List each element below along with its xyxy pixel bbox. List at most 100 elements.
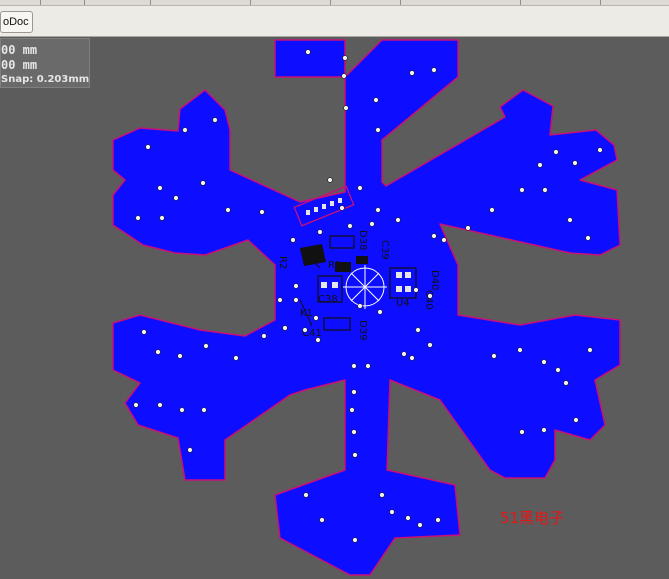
via xyxy=(157,185,163,191)
via xyxy=(327,177,333,183)
via xyxy=(155,349,161,355)
via xyxy=(431,67,437,73)
via xyxy=(347,223,353,229)
via xyxy=(201,407,207,413)
via xyxy=(375,207,381,213)
via xyxy=(182,127,188,133)
designator-label: C40 xyxy=(423,290,434,310)
designator-label: U4 xyxy=(396,298,410,309)
via xyxy=(293,283,299,289)
designator-label: C38 xyxy=(318,294,338,305)
component-pad xyxy=(405,286,411,292)
via xyxy=(519,429,525,435)
via xyxy=(225,207,231,213)
via xyxy=(427,342,433,348)
via xyxy=(342,55,348,61)
via xyxy=(159,215,165,221)
designator-label: K1 xyxy=(300,308,313,319)
component-pad xyxy=(332,282,338,288)
via xyxy=(157,402,163,408)
via xyxy=(212,117,218,123)
via xyxy=(145,144,151,150)
via xyxy=(177,353,183,359)
board-outline xyxy=(112,39,621,576)
via xyxy=(417,522,423,528)
via xyxy=(349,407,355,413)
via xyxy=(173,195,179,201)
via xyxy=(290,237,296,243)
via xyxy=(567,217,573,223)
via xyxy=(282,325,288,331)
via xyxy=(379,492,385,498)
via xyxy=(341,73,347,79)
via xyxy=(597,147,603,153)
component-pad xyxy=(322,204,326,209)
coordinate-readout: 00 mm 00 mm Snap: 0.203mm xyxy=(0,38,90,88)
component-pad xyxy=(338,198,342,203)
via xyxy=(413,287,419,293)
via xyxy=(431,233,437,239)
designator-label: R2 xyxy=(277,256,288,269)
via xyxy=(187,447,193,453)
via xyxy=(351,429,357,435)
via xyxy=(517,347,523,353)
via xyxy=(135,215,141,221)
via xyxy=(572,160,578,166)
via xyxy=(233,355,239,361)
via xyxy=(519,187,525,193)
via xyxy=(351,363,357,369)
via xyxy=(375,127,381,133)
via xyxy=(401,351,407,357)
designator-label: C39 xyxy=(379,240,390,260)
via xyxy=(409,355,415,361)
via xyxy=(587,347,593,353)
via xyxy=(315,337,321,343)
via xyxy=(357,303,363,309)
via xyxy=(555,367,561,373)
component-pad xyxy=(405,272,411,278)
component-body xyxy=(300,244,326,266)
via xyxy=(293,297,299,303)
via xyxy=(303,492,309,498)
component-pad xyxy=(330,201,334,206)
via xyxy=(357,185,363,191)
via xyxy=(302,327,308,333)
via xyxy=(441,237,447,243)
pcb-canvas[interactable]: C38 C39 D38 U4 C40 R2 K1 D39 C41 R1 D40 xyxy=(0,0,669,579)
via xyxy=(395,217,401,223)
via xyxy=(343,105,349,111)
via xyxy=(261,333,267,339)
via xyxy=(573,417,579,423)
component-pad xyxy=(396,286,402,292)
via xyxy=(373,97,379,103)
via xyxy=(537,162,543,168)
via xyxy=(203,343,209,349)
via xyxy=(409,70,415,76)
via xyxy=(415,327,421,333)
via xyxy=(179,407,185,413)
via xyxy=(313,315,319,321)
via xyxy=(465,225,471,231)
via xyxy=(305,49,311,55)
snowflake-board xyxy=(112,39,621,576)
designator-label: D38 xyxy=(357,230,368,250)
via xyxy=(259,209,265,215)
designator-label: D39 xyxy=(357,320,368,340)
via xyxy=(541,427,547,433)
via xyxy=(427,293,433,299)
snap-grid-readout: Snap: 0.203mm xyxy=(1,74,90,85)
via xyxy=(200,180,206,186)
via xyxy=(319,517,325,523)
component-pad xyxy=(321,282,327,288)
via xyxy=(553,149,559,155)
via xyxy=(491,353,497,359)
via xyxy=(352,537,358,543)
via xyxy=(563,380,569,386)
via xyxy=(133,402,139,408)
component-pad xyxy=(396,272,402,278)
via xyxy=(377,309,383,315)
via xyxy=(352,452,358,458)
via xyxy=(351,389,357,395)
via xyxy=(435,517,441,523)
designator-label: R1 xyxy=(328,260,341,271)
